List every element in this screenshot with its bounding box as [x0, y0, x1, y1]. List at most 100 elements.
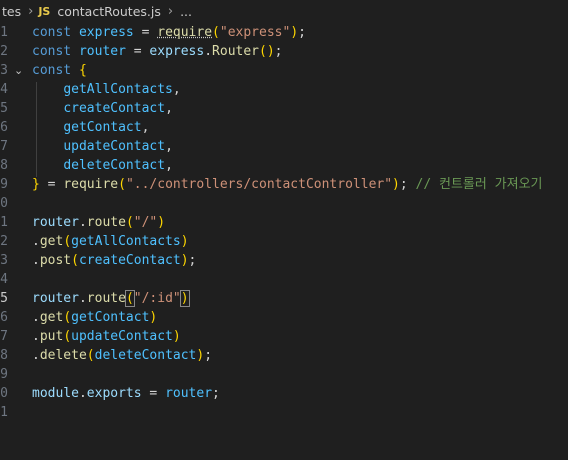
- breadcrumb-folder[interactable]: tes: [0, 4, 23, 19]
- function-name: post: [39, 253, 72, 268]
- semicolon: ;: [212, 386, 220, 401]
- code-line[interactable]: 7 .put(updateContact): [0, 327, 568, 346]
- code-editor[interactable]: 1 const express = require("express"); 2 …: [0, 22, 568, 420]
- paren: (: [63, 310, 72, 325]
- paren: ): [180, 253, 189, 268]
- code-line[interactable]: 1 const express = require("express");: [0, 23, 568, 42]
- identifier: express: [149, 44, 205, 59]
- keyword: const: [32, 25, 72, 40]
- code-line[interactable]: 1 router.route("/"): [0, 213, 568, 232]
- dot: .: [204, 44, 213, 59]
- dot: .: [32, 329, 40, 344]
- identifier: router: [165, 386, 213, 401]
- identifier: createContact: [78, 253, 181, 268]
- string: "/": [133, 215, 158, 230]
- code-line[interactable]: 9 } = require("../controllers/contactCon…: [0, 175, 568, 194]
- identifier: getAllContacts: [63, 82, 173, 97]
- code-line[interactable]: 2 const router = express.Router();: [0, 42, 568, 61]
- string: "/:id": [133, 291, 181, 306]
- identifier: updateContact: [71, 329, 173, 344]
- line-number: 5: [0, 101, 8, 116]
- code-line[interactable]: 7 updateContact,: [0, 137, 568, 156]
- identifier: getContact: [71, 310, 150, 325]
- paren: ): [157, 215, 166, 230]
- operator: =: [133, 25, 158, 40]
- dot: .: [32, 310, 40, 325]
- paren: (: [63, 329, 72, 344]
- line-number: 1: [0, 25, 8, 40]
- function-name: require: [63, 177, 119, 192]
- function-name: route: [86, 215, 126, 230]
- paren: (: [63, 234, 72, 249]
- line-number: 2: [0, 44, 8, 59]
- code-line[interactable]: 4 getAllContacts,: [0, 80, 568, 99]
- code-line[interactable]: 3 .post(createContact);: [0, 251, 568, 270]
- line-number: 3: [0, 253, 8, 268]
- function-name: require: [157, 25, 213, 40]
- line-number: 6: [0, 120, 8, 135]
- code-line[interactable]: 9: [0, 365, 568, 384]
- identifier: updateContact: [63, 139, 166, 154]
- function-name: Router: [212, 44, 260, 59]
- line-number: 6: [0, 310, 8, 325]
- paren: (: [212, 25, 220, 40]
- identifier: deleteContact: [63, 158, 166, 173]
- comment: // 컨트롤러 가져오기: [415, 177, 543, 192]
- identifier: router: [32, 291, 79, 306]
- chevron-right-icon: ›: [28, 3, 34, 19]
- function-name: delete: [39, 348, 87, 363]
- function-name: put: [39, 329, 64, 344]
- code-line[interactable]: 2 .get(getAllContacts): [0, 232, 568, 251]
- dot: .: [78, 215, 87, 230]
- line-number: 7: [0, 139, 8, 154]
- string: "../controllers/contactController": [125, 177, 393, 192]
- line-number: 0: [0, 196, 8, 211]
- code-line[interactable]: 0 module.exports = router;: [0, 384, 568, 403]
- fold-chevron-icon[interactable]: ⌄: [14, 61, 23, 80]
- javascript-file-icon: JS: [38, 4, 51, 18]
- identifier: module: [32, 386, 79, 401]
- chevron-right-icon: ›: [167, 3, 174, 19]
- function-name: get: [39, 234, 64, 249]
- code-line[interactable]: 6 getContact,: [0, 118, 568, 137]
- brace: }: [32, 177, 40, 192]
- code-line-active[interactable]: 5 router.route("/:id"): [0, 289, 568, 308]
- paren: (: [86, 348, 95, 363]
- operator: =: [125, 44, 150, 59]
- paren: (: [71, 253, 79, 268]
- line-number: 0: [0, 386, 8, 401]
- line-number: 3: [0, 63, 8, 78]
- string: "express": [219, 25, 291, 40]
- code-line[interactable]: 0: [0, 194, 568, 213]
- paren: (): [259, 44, 275, 59]
- code-line[interactable]: 5 createContact,: [0, 99, 568, 118]
- identifier: getContact: [63, 120, 142, 135]
- code-line[interactable]: 3 ⌄ const {: [0, 61, 568, 80]
- dot: .: [32, 234, 40, 249]
- code-line[interactable]: 8 .delete(deleteContact);: [0, 346, 568, 365]
- line-number: 4: [0, 272, 8, 287]
- semicolon: ;: [204, 348, 213, 363]
- breadcrumb-file[interactable]: contactRoutes.js: [55, 4, 163, 19]
- paren: ): [180, 234, 189, 249]
- identifier: router: [32, 215, 79, 230]
- line-number: 1: [0, 215, 8, 230]
- function-name: get: [39, 310, 64, 325]
- semicolon: ;: [274, 44, 283, 59]
- code-line[interactable]: 8 deleteContact,: [0, 156, 568, 175]
- line-number: 9: [0, 367, 8, 382]
- code-line[interactable]: 6 .get(getContact): [0, 308, 568, 327]
- line-number: 1: [0, 405, 8, 420]
- breadcrumb-more[interactable]: ...: [178, 4, 194, 19]
- identifier: express: [78, 25, 134, 40]
- operator: =: [39, 177, 64, 192]
- semicolon: ;: [399, 177, 408, 192]
- code-line[interactable]: 4: [0, 270, 568, 289]
- paren: ): [172, 329, 181, 344]
- identifier: deleteContact: [94, 348, 197, 363]
- line-number: 9: [0, 177, 8, 192]
- breadcrumb: tes › JS contactRoutes.js › ...: [0, 0, 568, 22]
- identifier: getAllContacts: [71, 234, 181, 249]
- code-line[interactable]: 1: [0, 403, 568, 422]
- paren: ): [290, 25, 299, 40]
